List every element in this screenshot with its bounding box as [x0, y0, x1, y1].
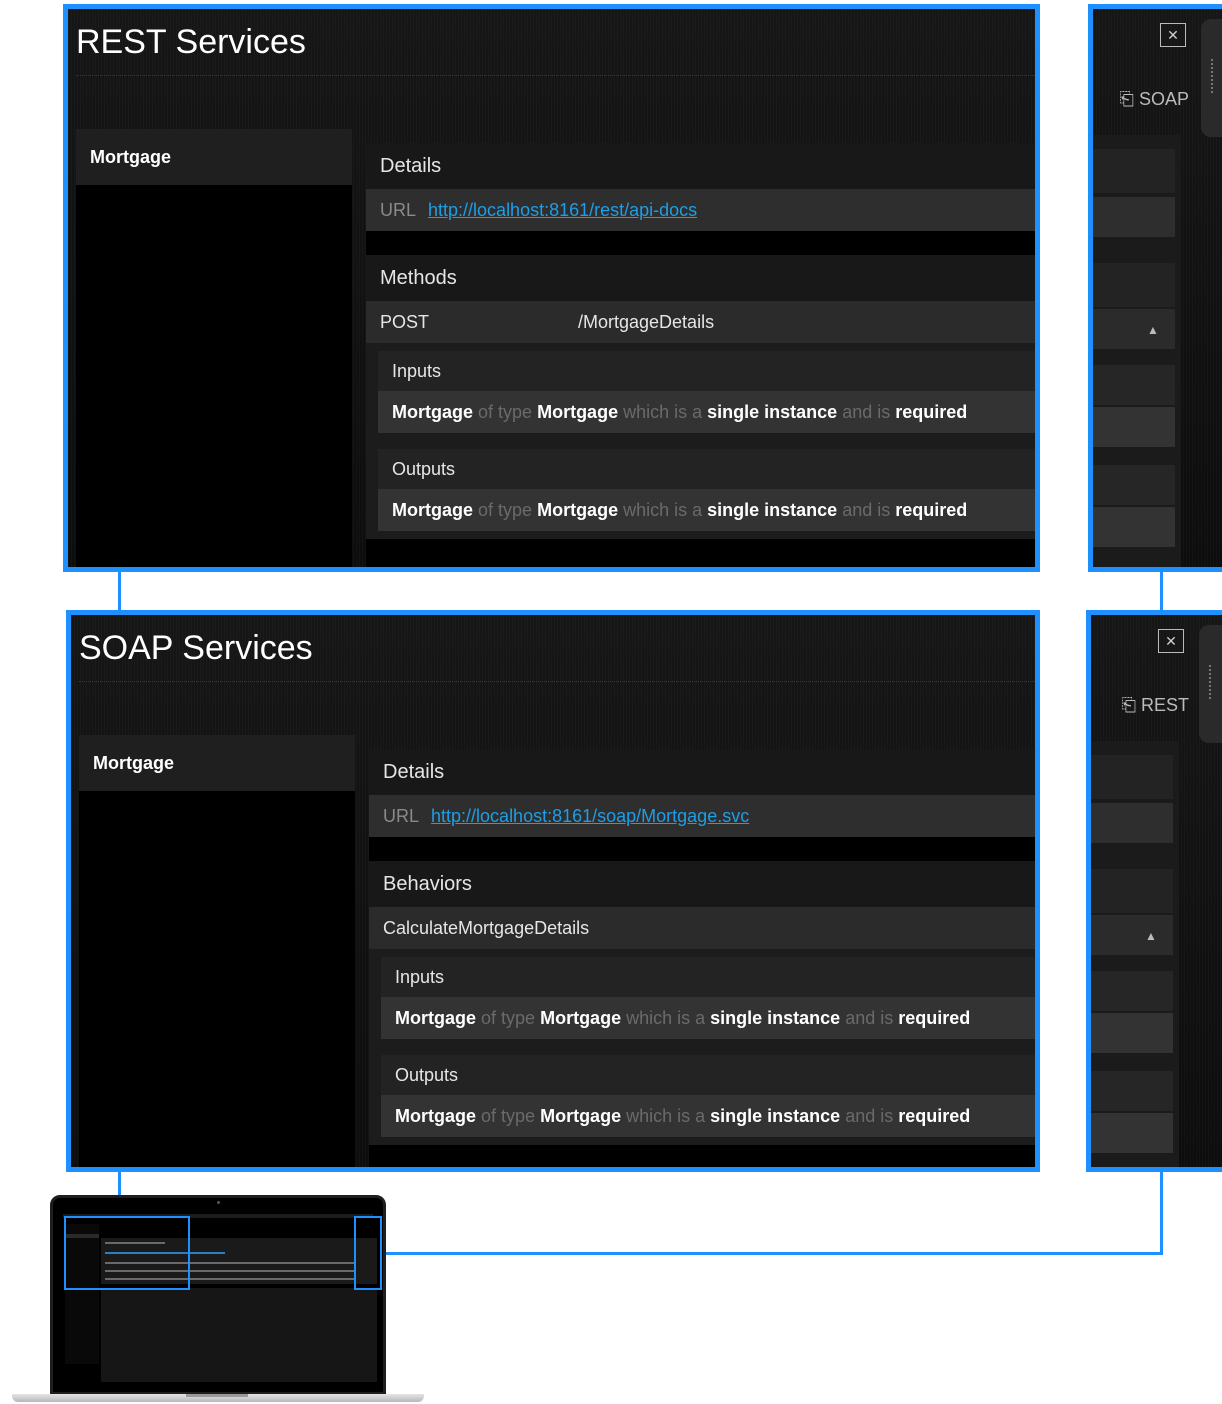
outputs-header: Outputs: [381, 1055, 1035, 1095]
url-link[interactable]: http://localhost:8161/rest/api-docs: [428, 200, 697, 220]
input-param: Mortgage of type Mortgage which is a sin…: [378, 391, 1035, 433]
method-verb: POST: [380, 312, 430, 332]
param-which-is-a: which is a: [626, 1008, 706, 1028]
sidebar-item-mortgage[interactable]: Mortgage: [76, 129, 352, 185]
header-divider: [76, 75, 1035, 76]
param-type: Mortgage: [537, 500, 619, 520]
caret-up-icon[interactable]: ▲: [1147, 323, 1159, 337]
service-detail: Details URL http://localhost:8161/soap/Mo…: [369, 749, 1035, 1167]
switch-label: SOAP: [1138, 89, 1189, 109]
inputs-header: Inputs: [378, 351, 1035, 391]
param-requirement: required: [898, 1008, 971, 1028]
param-multiplicity: single instance: [710, 1008, 841, 1028]
behavior-body: Inputs Mortgage of type Mortgage which i…: [369, 949, 1035, 1145]
close-icon[interactable]: ✕: [1160, 23, 1186, 47]
drag-handle[interactable]: [1201, 19, 1222, 137]
url-label: URL: [380, 200, 417, 220]
soap-services-panel: SOAP Services Mortgage Details URL http:/…: [66, 610, 1040, 1172]
method-path: /MortgageDetails: [578, 312, 715, 332]
param-requirement: required: [898, 1106, 971, 1126]
output-param: Mortgage of type Mortgage which is a sin…: [378, 489, 1035, 531]
behaviors-header: Behaviors: [369, 861, 1035, 907]
close-icon[interactable]: ✕: [1158, 629, 1184, 653]
details-header: Details: [369, 749, 1035, 795]
param-and-is: and is: [845, 1008, 894, 1028]
header-divider: [79, 681, 1035, 682]
output-param: Mortgage of type Mortgage which is a sin…: [381, 1095, 1035, 1137]
export-icon: ⎗: [1121, 695, 1136, 715]
service-sidebar: Mortgage: [79, 735, 355, 1167]
side-content: ▲: [1091, 741, 1179, 1167]
input-param: Mortgage of type Mortgage which is a sin…: [381, 997, 1035, 1039]
param-of-type: of type: [478, 402, 533, 422]
inputs-header: Inputs: [381, 957, 1035, 997]
param-name: Mortgage: [392, 500, 473, 520]
rest-services-panel: REST Services Mortgage Details URL http:/…: [63, 4, 1040, 572]
methods-header: Methods: [366, 255, 1035, 301]
param-name: Mortgage: [392, 402, 473, 422]
url-label: URL: [383, 806, 420, 826]
sidebar-item-mortgage[interactable]: Mortgage: [79, 735, 355, 791]
behavior-name: CalculateMortgageDetails: [383, 918, 590, 938]
laptop-thumbnail: [50, 1195, 386, 1395]
switch-to-rest-button[interactable]: ⎗ REST: [1122, 695, 1189, 716]
service-sidebar: Mortgage: [76, 129, 352, 567]
param-type: Mortgage: [537, 402, 619, 422]
param-of-type: of type: [478, 500, 533, 520]
param-requirement: required: [895, 500, 968, 520]
param-type: Mortgage: [540, 1008, 622, 1028]
caret-up-icon[interactable]: ▲: [1145, 929, 1157, 943]
param-which-is-a: which is a: [623, 402, 703, 422]
param-multiplicity: single instance: [707, 402, 838, 422]
param-name: Mortgage: [395, 1008, 476, 1028]
outputs-header: Outputs: [378, 449, 1035, 489]
url-link[interactable]: http://localhost:8161/soap/Mortgage.svc: [431, 806, 749, 826]
details-header: Details: [366, 143, 1035, 189]
switch-to-soap-button[interactable]: ⎗ SOAP: [1120, 89, 1189, 110]
service-detail: Details URL http://localhost:8161/rest/ap…: [366, 143, 1035, 567]
export-icon: ⎗: [1119, 89, 1134, 109]
rest-side-panel: ✕ ⎗ SOAP ▲: [1088, 4, 1222, 572]
side-content: ▲: [1093, 135, 1181, 567]
param-and-is: and is: [842, 402, 891, 422]
rest-header: REST Services: [68, 9, 1035, 129]
drag-handle[interactable]: [1199, 625, 1222, 743]
url-row: URL http://localhost:8161/soap/Mortgage.s…: [369, 795, 1035, 837]
switch-label: REST: [1140, 695, 1189, 715]
param-type: Mortgage: [540, 1106, 622, 1126]
page-title: SOAP Services: [79, 629, 313, 667]
param-name: Mortgage: [395, 1106, 476, 1126]
page-title: REST Services: [76, 23, 306, 61]
param-and-is: and is: [845, 1106, 894, 1126]
soap-side-panel: ✕ ⎗ REST ▲: [1086, 610, 1222, 1172]
param-requirement: required: [895, 402, 968, 422]
behavior-row[interactable]: CalculateMortgageDetails: [369, 907, 1035, 949]
param-multiplicity: single instance: [707, 500, 838, 520]
param-of-type: of type: [481, 1106, 536, 1126]
soap-header: SOAP Services: [71, 615, 1035, 735]
param-and-is: and is: [842, 500, 891, 520]
url-row: URL http://localhost:8161/rest/api-docs: [366, 189, 1035, 231]
param-multiplicity: single instance: [710, 1106, 841, 1126]
param-which-is-a: which is a: [623, 500, 703, 520]
param-of-type: of type: [481, 1008, 536, 1028]
method-body: Inputs Mortgage of type Mortgage which i…: [366, 343, 1035, 539]
param-which-is-a: which is a: [626, 1106, 706, 1126]
method-row[interactable]: POST /MortgageDetails: [366, 301, 1035, 343]
